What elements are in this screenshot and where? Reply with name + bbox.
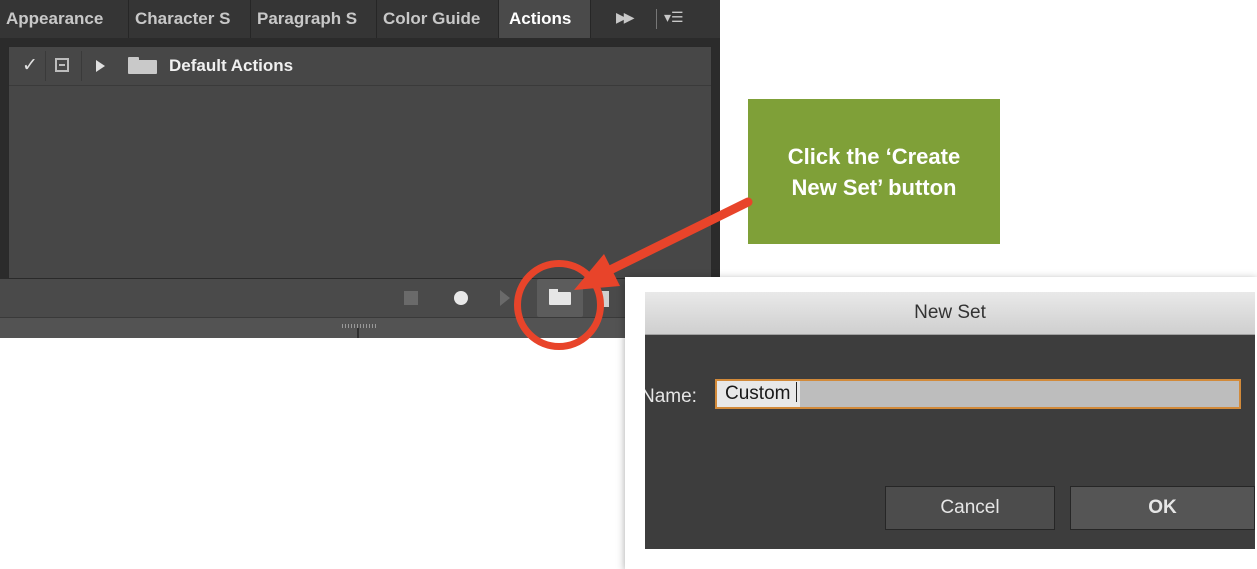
name-input[interactable]: Custom	[715, 379, 1241, 409]
new-set-dialog: New Set Name: Custom Cancel OK	[645, 292, 1255, 549]
name-label: Name:	[645, 386, 697, 407]
ok-button[interactable]: OK	[1070, 486, 1255, 530]
cancel-button[interactable]: Cancel	[885, 486, 1055, 530]
name-text: Custom	[725, 383, 791, 404]
text-caret	[796, 382, 798, 402]
highlight-circle	[514, 260, 604, 350]
name-value[interactable]: Custom	[717, 381, 801, 407]
dialog-title: New Set	[645, 292, 1255, 335]
